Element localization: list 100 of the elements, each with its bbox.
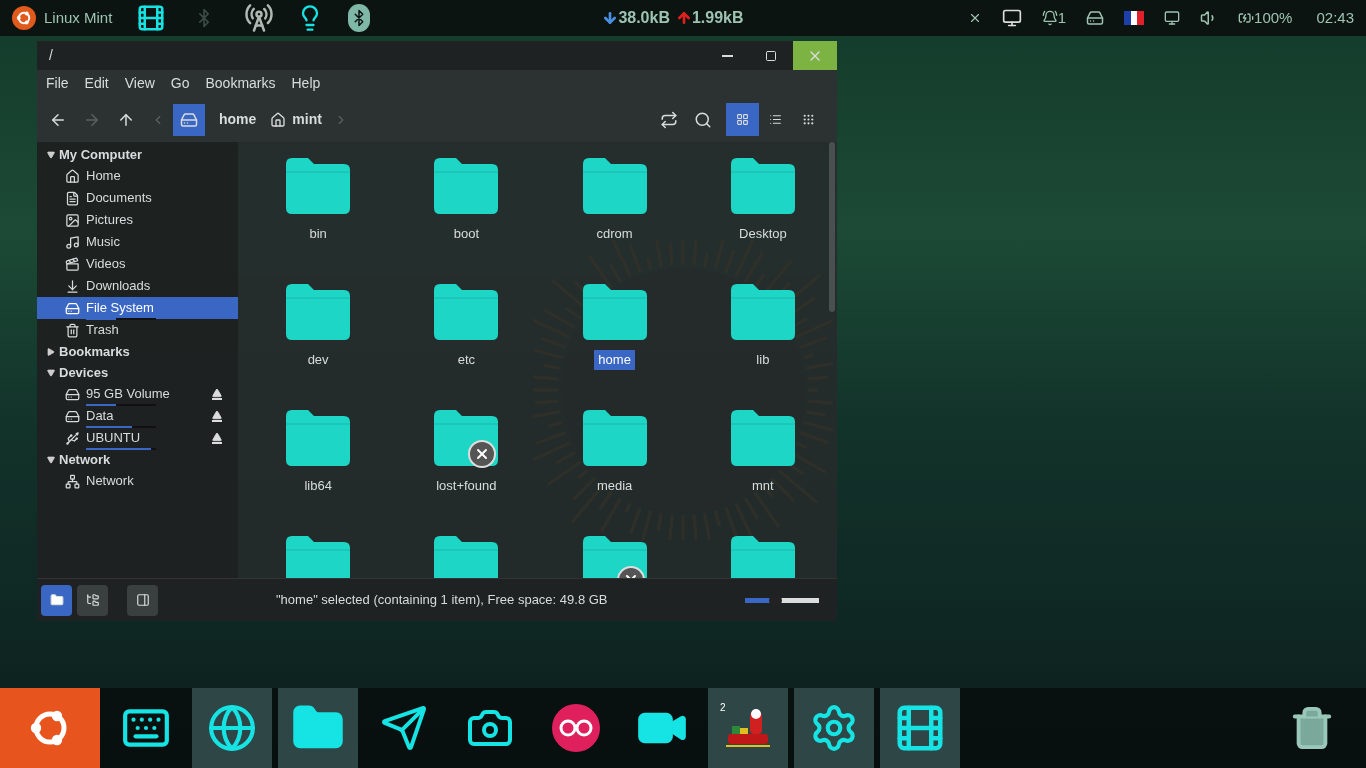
document-icon <box>65 190 80 206</box>
status-text: "home" selected (containing 1 item), Free space: 49.8 GB <box>276 591 608 610</box>
sidebar-item[interactable]: Documents <box>37 187 238 209</box>
bluetooth-icon[interactable] <box>348 4 371 32</box>
eject-icon[interactable] <box>212 410 222 422</box>
monitor-icon[interactable] <box>1001 8 1022 28</box>
battery-charging-icon[interactable] <box>1238 10 1255 26</box>
menu-item[interactable]: View <box>124 73 155 94</box>
sidebar-item-label: Trash <box>86 322 119 338</box>
paper-plane-icon <box>380 704 428 752</box>
sidebar-section-header[interactable]: Devices <box>37 362 109 383</box>
view-mode-button[interactable] <box>726 103 759 136</box>
file-name[interactable]: home <box>594 350 635 370</box>
download-icon <box>65 278 80 294</box>
file-name[interactable]: cdrom <box>592 224 637 244</box>
bell-icon[interactable] <box>1041 10 1058 26</box>
root-crumb-button[interactable] <box>173 103 205 136</box>
breadcrumb-button[interactable]: mint <box>270 109 322 130</box>
file-name[interactable]: mnt <box>748 476 778 496</box>
sidebar-item-label: Videos <box>86 256 126 272</box>
file-name[interactable]: lost+found <box>432 476 501 496</box>
file-name[interactable]: lib64 <box>300 476 336 496</box>
notification-count: 1 <box>1057 7 1067 28</box>
sidebar-section-header[interactable]: My Computer <box>37 144 143 165</box>
home-icon <box>270 111 287 128</box>
eject-icon[interactable] <box>212 388 222 400</box>
sidebar-section-header[interactable]: Network <box>37 449 111 470</box>
sidebar-item[interactable]: Data <box>37 405 238 427</box>
file-name[interactable]: bin <box>305 224 331 244</box>
drive-icon <box>65 300 80 316</box>
sidebar-item[interactable]: Home <box>37 165 238 187</box>
sidebar-section-header[interactable]: Bookmarks <box>37 341 130 362</box>
music-icon <box>65 234 80 250</box>
hard-drive-icon <box>180 110 198 129</box>
search-icon[interactable] <box>694 110 712 129</box>
sidebar-item-label: Home <box>86 168 121 184</box>
usb-icon <box>65 430 80 446</box>
breadcrumb-button[interactable]: home <box>219 109 257 130</box>
file-name[interactable]: Desktop <box>735 224 791 244</box>
battery-percent: 100% <box>1254 7 1293 28</box>
menu-item[interactable]: Help <box>291 73 321 94</box>
file-name[interactable]: dev <box>303 350 333 370</box>
drive-icon <box>65 386 80 402</box>
sidebar-item-label: Pictures <box>86 212 133 228</box>
side-panel-icon <box>135 593 150 607</box>
folder-tree-icon <box>85 593 100 607</box>
home-icon <box>65 168 80 184</box>
toggle-location-icon[interactable] <box>660 110 678 129</box>
sidebar-item-label: Data <box>86 408 114 424</box>
hard-drive-icon[interactable] <box>1086 9 1105 27</box>
menu-item[interactable]: Go <box>170 73 190 94</box>
sidebar-item[interactable]: Downloads <box>37 275 238 297</box>
sidebar-item[interactable]: Trash <box>37 319 238 341</box>
dock-item[interactable] <box>794 688 874 768</box>
radio-tower-icon[interactable] <box>244 3 275 33</box>
menu-item[interactable]: Bookmarks <box>205 73 276 94</box>
french-flag-icon[interactable] <box>1124 11 1145 25</box>
side-pane-button[interactable] <box>41 584 72 616</box>
download-speed: 38.0kB <box>618 8 670 28</box>
maximize-icon <box>765 49 777 62</box>
upload-speed: 1.99kB <box>691 8 744 28</box>
trash-icon <box>65 322 80 338</box>
eject-icon[interactable] <box>212 432 222 444</box>
side-pane-button[interactable] <box>77 584 108 616</box>
menu-item[interactable]: File <box>46 73 69 94</box>
dock-item[interactable] <box>192 688 272 768</box>
sidebar-item[interactable]: Music <box>37 231 238 253</box>
menu-item[interactable]: Edit <box>84 73 109 94</box>
zoom-slider[interactable] <box>745 597 819 603</box>
sidebar-item-label: Documents <box>86 190 152 206</box>
dock-item[interactable] <box>880 688 960 768</box>
dock-item[interactable]: 2 <box>708 688 788 768</box>
sidebar-item[interactable]: 95 GB Volume <box>37 383 238 405</box>
expanded-triangle-icon <box>47 368 55 377</box>
file-name[interactable]: lib <box>752 350 774 370</box>
list-icon <box>769 113 782 126</box>
sidebar-item-label: Network <box>86 473 134 489</box>
badge-count: 2 <box>720 701 726 715</box>
sidebar-item-label: Music <box>86 234 120 250</box>
picture-icon <box>65 212 80 228</box>
folder-icon <box>49 593 64 607</box>
file-name[interactable]: etc <box>453 350 480 370</box>
zoom-slider-thumb[interactable] <box>768 593 782 607</box>
minimize-icon <box>721 54 733 57</box>
dock-item[interactable] <box>278 688 358 768</box>
window-title: / <box>49 46 53 65</box>
file-name[interactable]: media <box>592 476 637 496</box>
sidebar-item[interactable]: UBUNTU <box>37 427 238 449</box>
clock[interactable]: 02:43 <box>1316 6 1354 30</box>
network-icon <box>65 473 80 489</box>
display-icon[interactable] <box>1164 10 1181 26</box>
extra-pane-button[interactable] <box>127 584 158 616</box>
file-name[interactable]: boot <box>449 224 484 244</box>
panel-film-icon[interactable] <box>136 3 167 33</box>
sidebar-item[interactable]: Pictures <box>37 209 238 231</box>
menu-button[interactable]: Linux Mint <box>12 6 113 30</box>
sidebar-item[interactable]: File System <box>37 297 238 319</box>
sidebar-item[interactable]: Videos <box>37 253 238 275</box>
globe-icon <box>207 703 257 753</box>
sidebar-item[interactable]: Network <box>37 470 238 492</box>
